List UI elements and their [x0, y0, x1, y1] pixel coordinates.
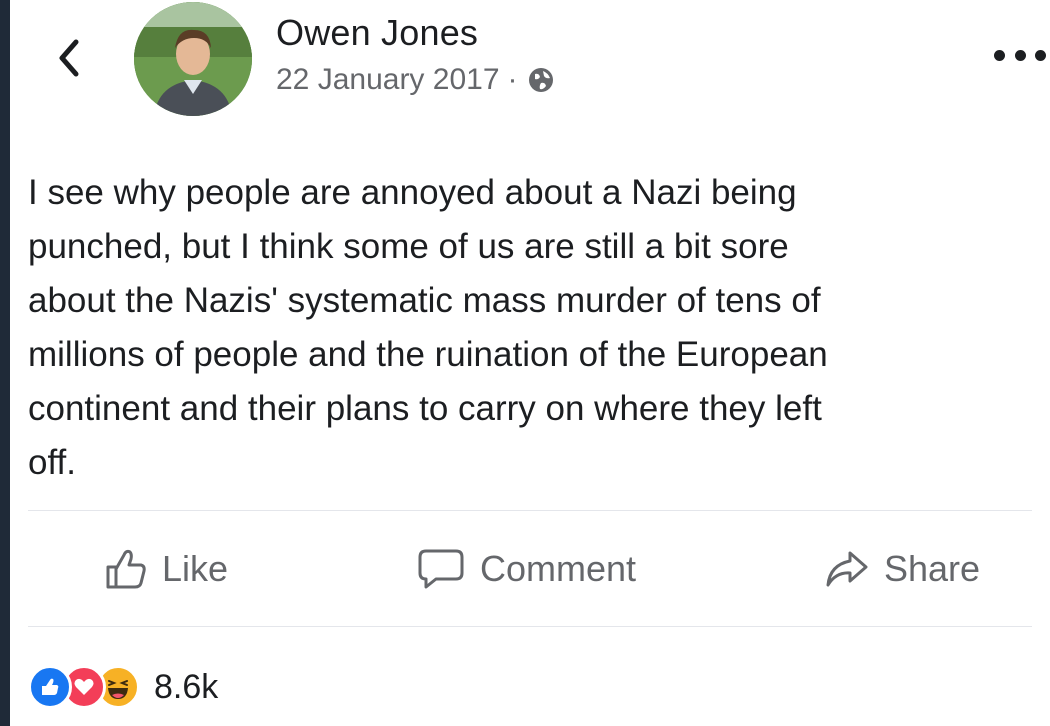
- chevron-left-icon: [59, 39, 79, 77]
- reactions-summary[interactable]: 8.6k: [28, 656, 218, 718]
- globe-icon: [528, 68, 553, 92]
- comment-label: Comment: [480, 548, 637, 589]
- more-dot-icon: [1014, 49, 1026, 61]
- avatar-photo: [134, 2, 252, 116]
- post-date[interactable]: 22 January 2017: [276, 63, 500, 97]
- post-text: I see why people are annoyed about a Naz…: [28, 173, 828, 482]
- comment-button[interactable]: Comment: [416, 522, 636, 616]
- thumbs-up-icon: [106, 549, 146, 589]
- divider: [28, 626, 1032, 627]
- post-actions: Like Comment Share: [28, 522, 1032, 616]
- speech-bubble-icon: [418, 549, 464, 589]
- like-button[interactable]: Like: [104, 522, 228, 616]
- meta-separator: ·: [507, 63, 518, 96]
- like-reaction-icon: [28, 665, 72, 709]
- post-card: Owen Jones 22 January 2017 · I see why p…: [10, 0, 1050, 726]
- reaction-count: 8.6k: [154, 667, 219, 706]
- like-label: Like: [162, 548, 229, 589]
- share-button[interactable]: Share: [824, 522, 980, 616]
- more-options-button[interactable]: [994, 40, 1046, 70]
- avatar[interactable]: [134, 2, 252, 116]
- back-button[interactable]: [46, 34, 90, 82]
- divider: [28, 510, 1032, 511]
- more-dot-icon: [1035, 49, 1046, 61]
- share-arrow-icon: [826, 551, 868, 587]
- post-meta: 22 January 2017 ·: [276, 60, 556, 100]
- share-label: Share: [884, 548, 981, 589]
- author-name[interactable]: Owen Jones: [276, 12, 478, 54]
- more-dot-icon: [994, 49, 1005, 61]
